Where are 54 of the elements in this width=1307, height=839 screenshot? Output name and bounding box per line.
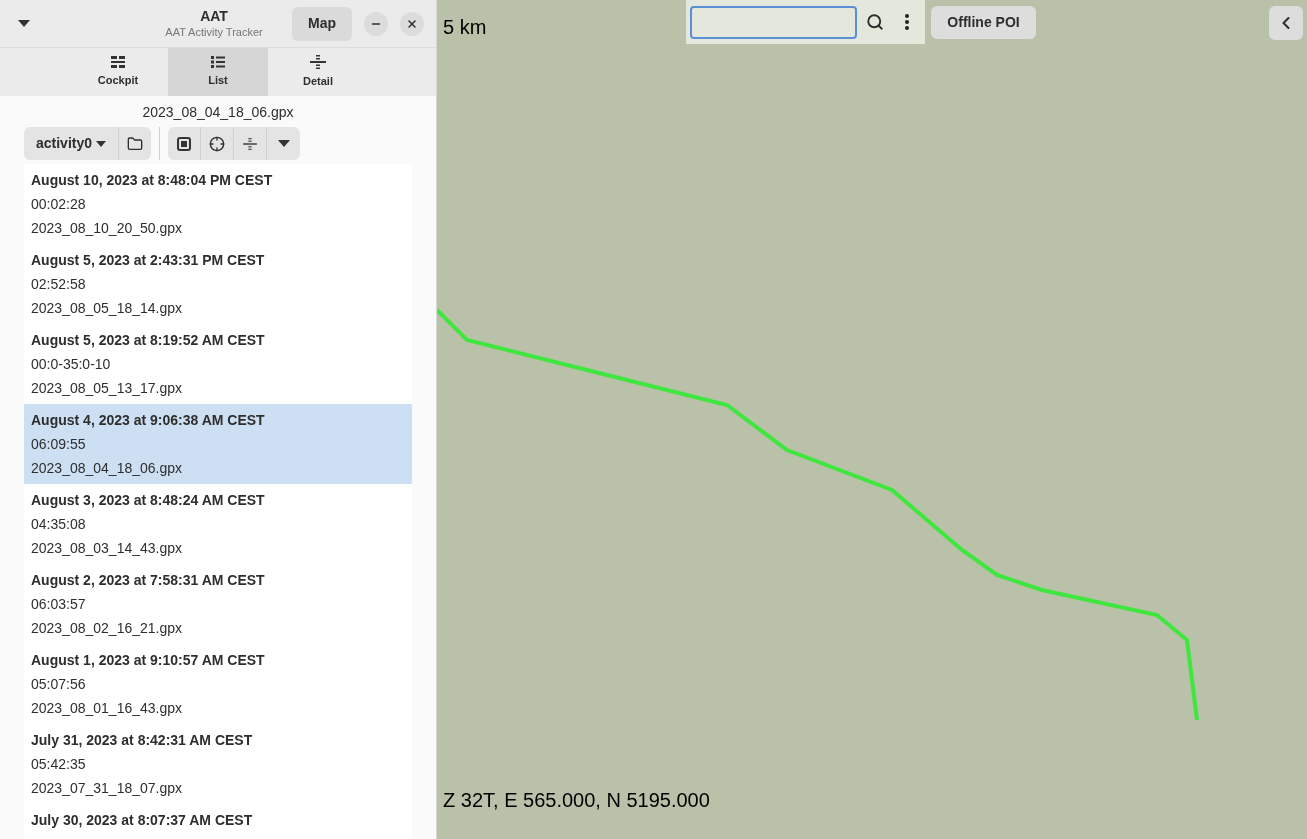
activity-date: August 10, 2023 at 8:48:04 PM CEST — [31, 171, 274, 189]
window-title: AAT — [200, 7, 228, 24]
activity-date: August 3, 2023 at 8:48:24 AM CEST — [31, 491, 266, 509]
view-tab[interactable]: List — [168, 48, 268, 96]
activity-date: August 1, 2023 at 9:10:57 AM CEST — [31, 651, 266, 669]
activity-file-name: 2023_07_31_18_07.gpx — [31, 779, 184, 797]
caret-down-icon — [277, 140, 290, 147]
activity-duration: 05:07:56 — [31, 675, 87, 693]
list-icon — [211, 55, 225, 68]
divider-lines-icon — [310, 54, 326, 69]
more-icon — [905, 14, 910, 30]
activity-duration: 06:03:57 — [31, 595, 87, 613]
activity-duration: 06:09:55 — [31, 435, 87, 453]
search-icon — [866, 13, 885, 31]
search-field[interactable] — [690, 5, 858, 39]
activity-date: August 2, 2023 at 7:58:31 AM CEST — [31, 571, 266, 589]
activity-duration: 05:42:35 — [31, 755, 87, 773]
activity-file-name: 2023_08_05_13_17.gpx — [31, 379, 184, 397]
activity-duration: 00:0-35:0-10 — [31, 355, 112, 373]
activity-duration: 04:35:08 — [31, 515, 87, 533]
map-tile[interactable]: 5 km Offline POI Z 32T, E 565.000, N 5195.000 — [437, 0, 1307, 839]
activity-file-name: 2023_08_04_18_06.gpx — [31, 459, 184, 477]
close-icon — [406, 17, 418, 30]
grid-icon — [111, 55, 125, 68]
frame-icon — [177, 136, 192, 151]
back-button[interactable] — [1269, 6, 1303, 40]
minimize-button[interactable] — [364, 11, 388, 36]
activity-date: August 4, 2023 at 9:06:38 AM CEST — [31, 411, 266, 429]
divider-lines-icon — [243, 137, 258, 150]
window-subtitle: AAT Activity Tracker — [165, 24, 263, 40]
activity-file-name: 2023_08_10_20_50.gpx — [31, 219, 184, 237]
coordinates-label: Z 32T, E 565.000, N 5195.000 — [443, 788, 710, 813]
activity-date: August 5, 2023 at 2:43:31 PM CEST — [31, 251, 266, 269]
activity-date: July 31, 2023 at 8:42:31 AM CEST — [31, 731, 254, 749]
view-tab[interactable]: Detail — [268, 48, 368, 96]
activity-file-name: 2023_08_02_16_21.gpx — [31, 619, 184, 637]
activity-date: July 30, 2023 at 8:07:37 AM CEST — [31, 811, 254, 829]
folder-icon — [127, 135, 144, 152]
activity-list-item[interactable]: August 4, 2023 at 9:06:38 AM CEST 06:09:55 2023_08_04_18_06.gpx — [24, 404, 412, 484]
activity-file-name: 2023_08_03_14_43.gpx — [31, 539, 184, 557]
offline-poi-button[interactable]: Offline POI — [931, 6, 1036, 39]
map-button[interactable]: Map — [292, 6, 352, 41]
close-button[interactable] — [400, 11, 424, 36]
activity-duration: 00:02:28 — [31, 195, 87, 213]
caret-down-icon — [96, 140, 107, 147]
crosshair-icon — [209, 135, 226, 152]
caret-down-icon — [18, 20, 30, 27]
current-file-name: 2023_08_04_18_06.gpx — [142, 103, 294, 122]
activity-duration: 02:52:58 — [31, 275, 87, 293]
scale-label: 5 km — [443, 15, 487, 40]
view-tab[interactable]: Cockpit — [68, 48, 168, 96]
activity-file-name: 2023_08_05_18_14.gpx — [31, 299, 184, 317]
activity-date: August 5, 2023 at 8:19:52 AM CEST — [31, 331, 266, 349]
activity-file-name: 2023_08_01_16_43.gpx — [31, 699, 184, 717]
